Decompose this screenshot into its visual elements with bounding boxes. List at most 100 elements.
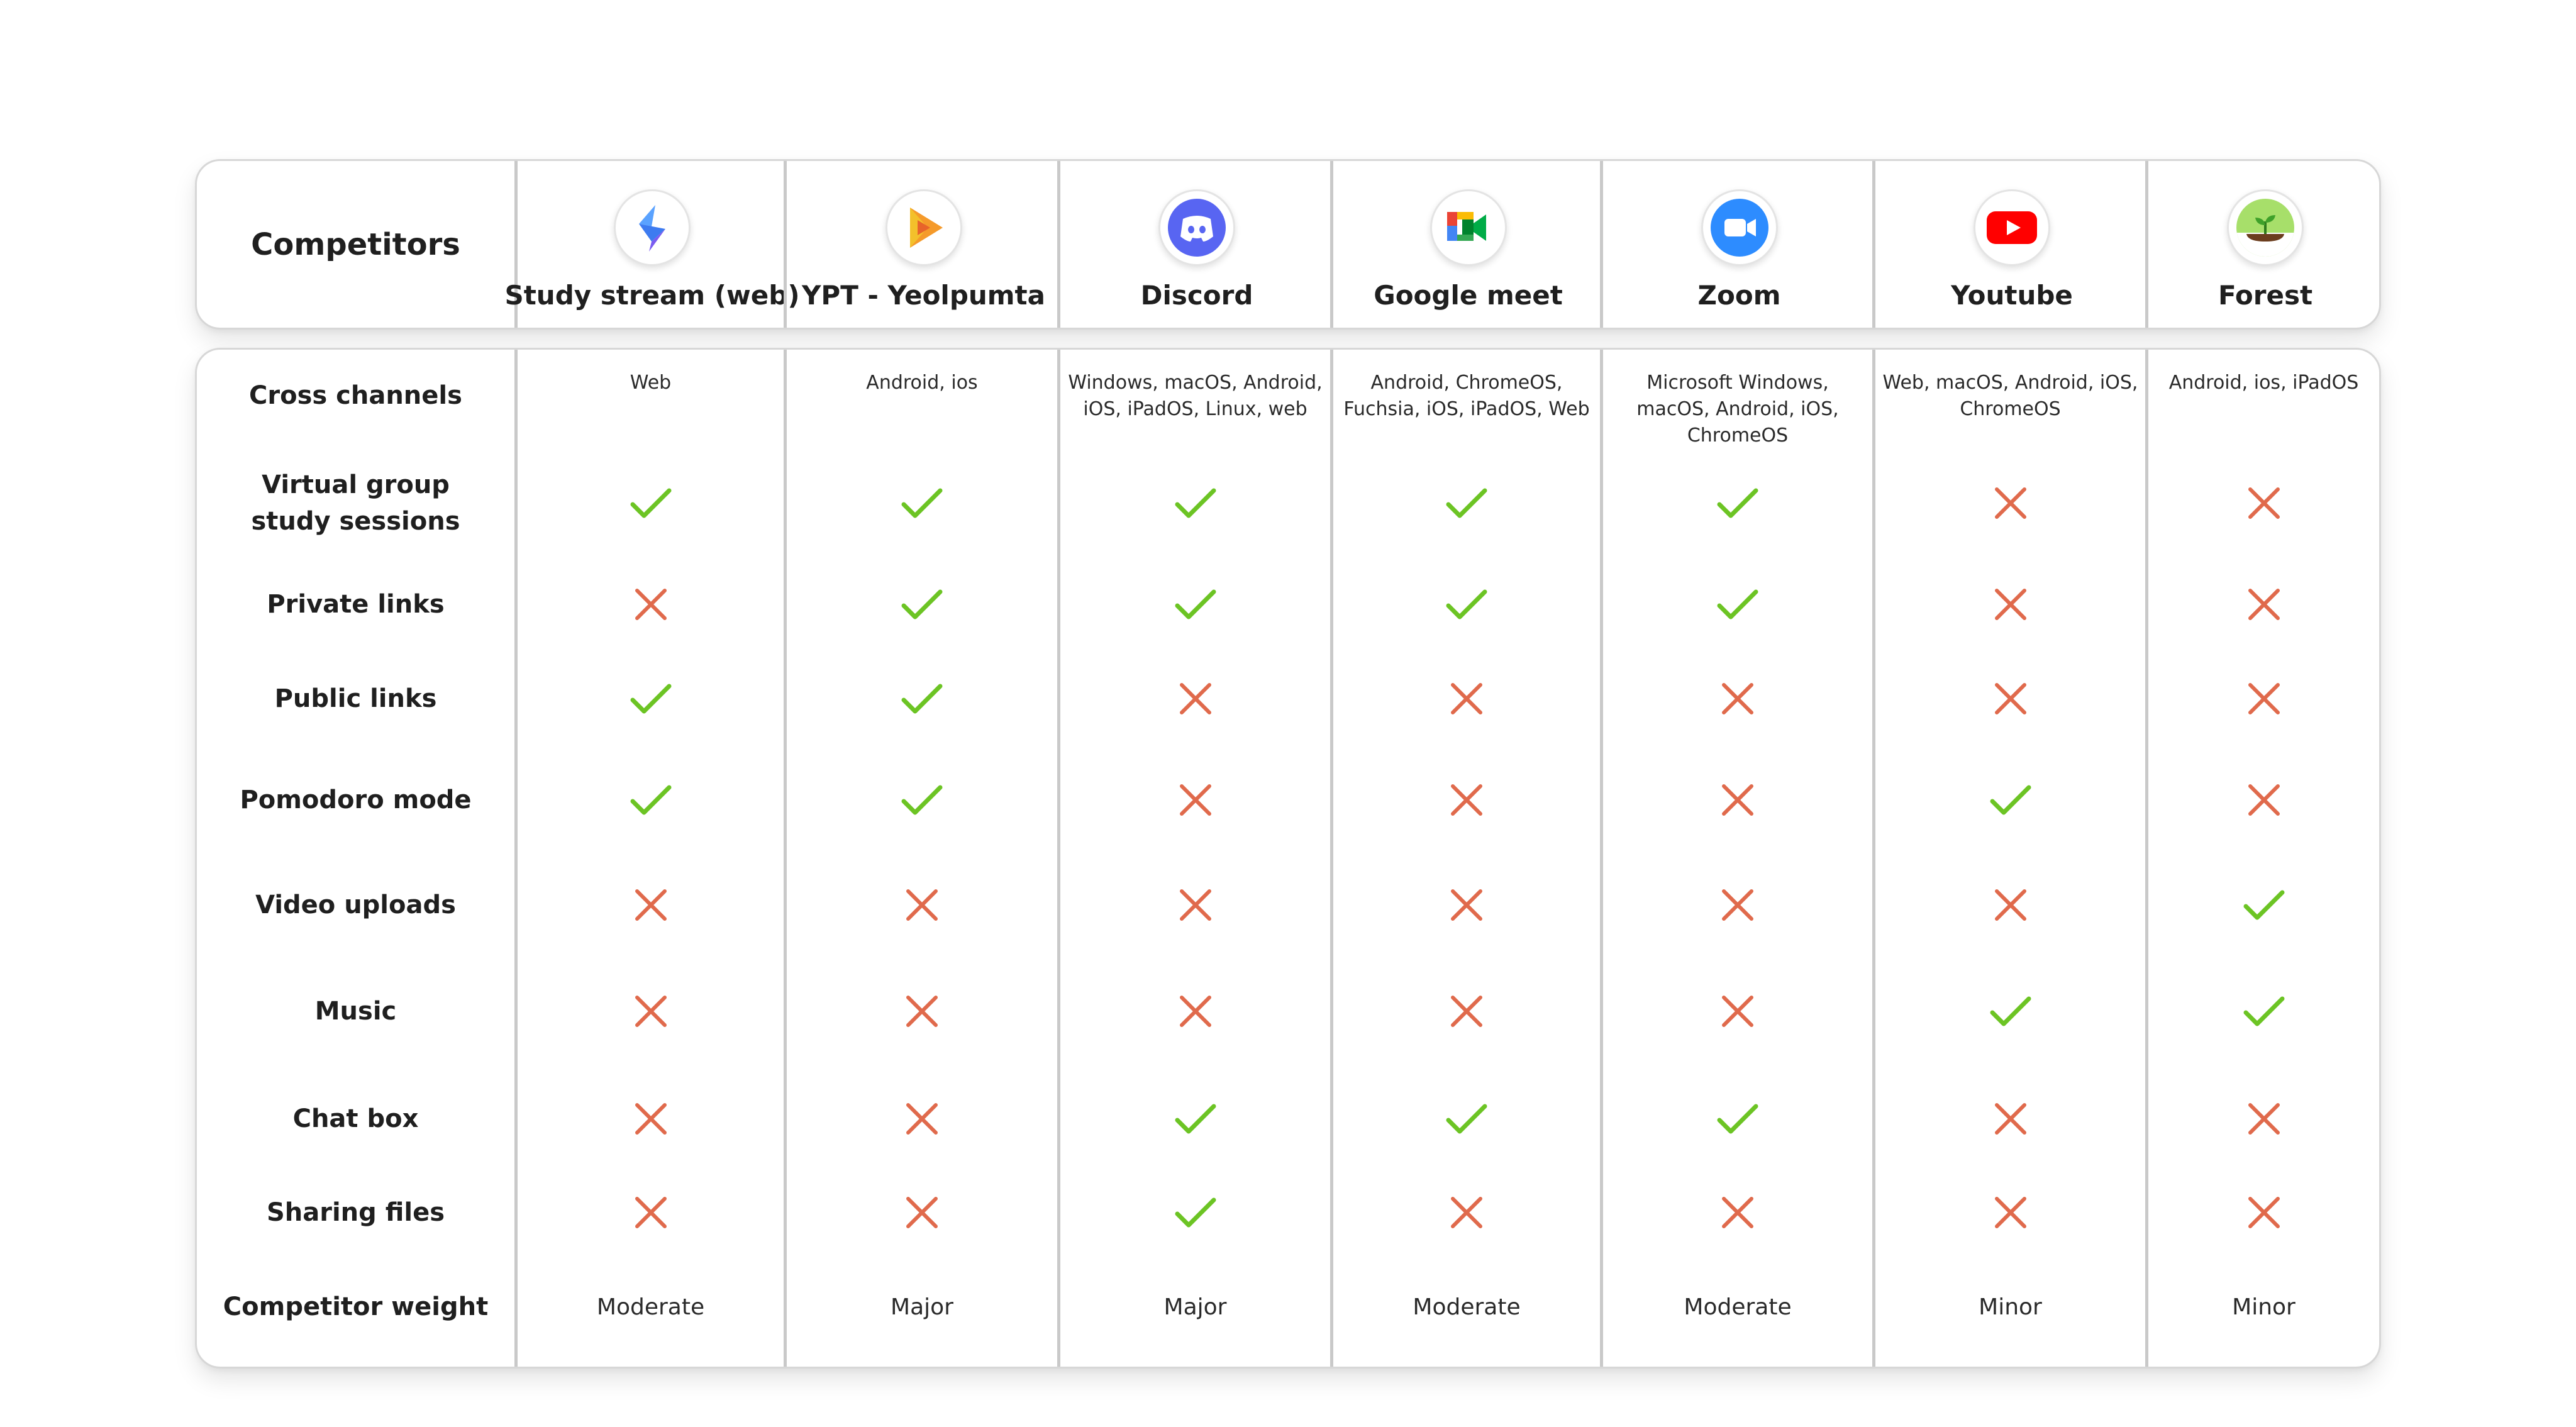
cross-icon <box>2148 1094 2379 1144</box>
check-icon <box>1875 986 2145 1036</box>
check-icon <box>787 674 1057 724</box>
forest-logo-icon <box>2227 189 2304 266</box>
weight-cell: Moderate <box>1413 1294 1521 1320</box>
weight-cell: Moderate <box>596 1294 705 1320</box>
cross-icon <box>518 579 784 630</box>
cross-icon <box>2148 579 2379 630</box>
cross-icon <box>1603 1187 1872 1238</box>
competitor-column-header: Discord <box>1057 161 1333 328</box>
check-icon <box>787 579 1057 630</box>
check-icon <box>1603 478 1872 528</box>
weight-cell: Moderate <box>1684 1294 1792 1320</box>
cross-icon <box>1875 1094 2145 1144</box>
cross-icon <box>2148 1187 2379 1238</box>
weight-cell: Minor <box>1979 1294 2042 1320</box>
check-icon <box>787 478 1057 528</box>
check-icon <box>518 775 784 825</box>
cross-icon <box>1333 775 1600 825</box>
row-label: Chat box <box>292 1104 419 1133</box>
discord-logo-icon <box>1158 189 1235 266</box>
zoom-logo-icon <box>1701 189 1778 266</box>
row-label: Cross channels <box>249 381 462 410</box>
channel-cell: Web, macOS, Android, iOS, ChromeOS <box>1882 372 2138 420</box>
competitor-column-header: Google meet <box>1330 161 1603 328</box>
channel-cell: Web <box>630 372 672 394</box>
google-meet-logo-icon <box>1430 189 1507 266</box>
check-icon <box>2148 880 2379 930</box>
competitor-column-header: Forest <box>2145 161 2379 328</box>
row-label: Sharing files <box>266 1198 445 1227</box>
header-label-cell: Competitors <box>197 161 514 328</box>
comparison-table: Cross channels Web Android, ios Windows, ma… <box>195 348 2381 1369</box>
competitor-name: YPT - Yeolpumta <box>802 280 1045 311</box>
row-label: Competitor weight <box>223 1292 489 1321</box>
channel-cell: Android, ChromeOS, Fuchsia, iOS, iPadOS,… <box>1343 372 1590 420</box>
cross-icon <box>518 880 784 930</box>
competitor-column-header: Study stream (web) <box>504 161 800 328</box>
check-icon <box>1603 579 1872 630</box>
check-icon <box>1333 478 1600 528</box>
cross-icon <box>1333 1187 1600 1238</box>
check-icon <box>1060 1094 1330 1144</box>
check-icon <box>1603 1094 1872 1144</box>
cross-icon <box>1603 986 1872 1036</box>
cross-icon <box>518 1187 784 1238</box>
competitor-column-header: Zoom <box>1600 161 1875 328</box>
channel-cell: Windows, macOS, Android, iOS, iPadOS, Li… <box>1068 372 1323 420</box>
cross-icon <box>1875 1187 2145 1238</box>
weight-cell: Major <box>1163 1294 1227 1320</box>
channel-cell: Android, ios, iPadOS <box>2168 372 2359 394</box>
check-icon <box>1875 775 2145 825</box>
cross-icon <box>1060 986 1330 1036</box>
weight-cell: Major <box>891 1294 953 1320</box>
row-label: Pomodoro mode <box>240 786 472 814</box>
cross-icon <box>1875 674 2145 724</box>
cross-icon <box>787 986 1057 1036</box>
cross-icon <box>1603 880 1872 930</box>
competitor-name: Discord <box>1140 280 1253 311</box>
competitor-name: Youtube <box>1951 280 2073 311</box>
competitor-name: Forest <box>2218 280 2313 311</box>
channel-cell: Microsoft Windows, macOS, Android, iOS, … <box>1636 372 1839 447</box>
cross-icon <box>787 1094 1057 1144</box>
row-label: Video uploads <box>255 891 456 919</box>
header-card: Competitors Study stream (web) YPT - Yeo… <box>195 159 2381 330</box>
cross-icon <box>1333 880 1600 930</box>
cross-icon <box>1875 579 2145 630</box>
header-title: Competitors <box>251 226 460 262</box>
cross-icon <box>1060 674 1330 724</box>
check-icon <box>1060 478 1330 528</box>
youtube-logo-icon <box>1974 189 2050 266</box>
check-icon <box>1333 1094 1600 1144</box>
cross-icon <box>787 880 1057 930</box>
check-icon <box>1060 579 1330 630</box>
study-stream-logo-icon <box>614 189 691 266</box>
cross-icon <box>1875 880 2145 930</box>
row-label: Public links <box>274 684 437 713</box>
cross-icon <box>2148 775 2379 825</box>
row-label: Virtual group study sessions <box>251 470 460 536</box>
check-icon <box>787 775 1057 825</box>
cross-icon <box>1333 674 1600 724</box>
check-icon <box>1333 579 1600 630</box>
check-icon <box>518 478 784 528</box>
cross-icon <box>1603 674 1872 724</box>
cross-icon <box>2148 674 2379 724</box>
cross-icon <box>1875 478 2145 528</box>
check-icon <box>1060 1187 1330 1238</box>
weight-cell: Minor <box>2232 1294 2296 1320</box>
check-icon <box>2148 986 2379 1036</box>
competitor-name: Study stream (web) <box>504 280 800 311</box>
check-icon <box>518 674 784 724</box>
channel-cell: Android, ios <box>866 372 978 394</box>
cross-icon <box>1060 880 1330 930</box>
row-label: Music <box>314 997 397 1026</box>
competitor-column-header: Youtube <box>1872 161 2148 328</box>
cross-icon <box>787 1187 1057 1238</box>
competitor-column-header: YPT - Yeolpumta <box>784 161 1060 328</box>
cross-icon <box>1060 775 1330 825</box>
cross-icon <box>518 1094 784 1144</box>
cross-icon <box>1333 986 1600 1036</box>
row-label: Private links <box>267 590 445 619</box>
cross-icon <box>2148 478 2379 528</box>
